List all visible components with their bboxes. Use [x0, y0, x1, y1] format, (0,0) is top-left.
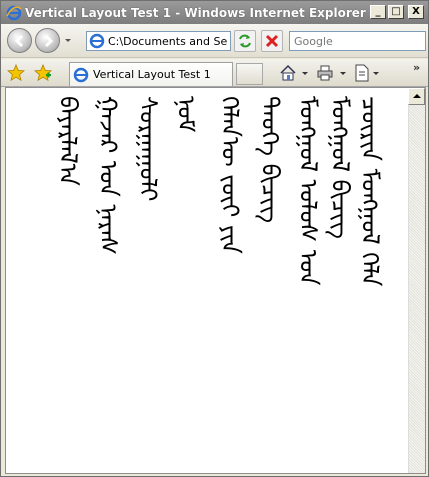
- window-title: Vertical Layout Test 1 - Windows Interne…: [25, 5, 366, 20]
- address-url[interactable]: C:\Documents and Se: [108, 35, 227, 48]
- tab-toolbar: Vertical Layout Test 1 »: [1, 59, 428, 87]
- stop-button[interactable]: [261, 30, 283, 52]
- page-dropdown-icon[interactable]: [373, 72, 379, 75]
- address-toolbar: C:\Documents and Se Google: [1, 24, 428, 58]
- history-dropdown-icon[interactable]: [65, 39, 71, 42]
- page-content: ᠴᠦᠷᠢᠨ ᠮᠣᠩᠭᠣᠯ ᠬᠡᠯᠡ ᠮᠣᠩᠭᠣᠯ ᠪᠢᠴᠢᠭ ᠮᠣᠩᠭᠣᠯ ᠤᠯ…: [5, 87, 426, 474]
- new-tab-button[interactable]: [236, 63, 263, 85]
- title-bar: Vertical Layout Test 1 - Windows Interne…: [1, 1, 428, 24]
- text-column: ᠬᠡᠯᠡᠨ᠎ᠦ ᠵᠦᠢ ᠶᠢᠨ: [216, 96, 244, 254]
- ie-icon: [89, 33, 105, 49]
- text-column: ᠭᠠᠵᠠᠷ ᠤᠨ ᠨᠡᠷᠡᠰ: [94, 96, 122, 255]
- ie-icon: [6, 5, 22, 21]
- text-column: ᠪᠠᠶᠠᠷᠯᠠᠯ᠎ᠠ: [54, 96, 82, 186]
- text-column: ᠮᠣᠩᠭᠣᠯ ᠪᠢᠴᠢᠭ: [326, 96, 354, 239]
- home-icon[interactable]: [279, 64, 297, 85]
- tab-vertical-layout-test[interactable]: Vertical Layout Test 1: [69, 62, 233, 86]
- browser-window: Vertical Layout Test 1 - Windows Interne…: [0, 0, 429, 477]
- ie-icon: [73, 67, 89, 82]
- text-column: ᠮᠣᠩᠭᠣᠯ ᠤᠯᠤᠰ ᠤᠨ: [294, 96, 322, 286]
- chevron-more-icon[interactable]: »: [413, 61, 420, 74]
- refresh-button[interactable]: [234, 30, 256, 52]
- stop-icon: [265, 34, 279, 48]
- tab-label: Vertical Layout Test 1: [93, 68, 211, 81]
- home-dropdown-icon[interactable]: [302, 72, 308, 75]
- vertical-scrollbar[interactable]: [408, 88, 425, 473]
- refresh-icon: [239, 34, 251, 48]
- address-field[interactable]: C:\Documents and Se: [86, 31, 231, 51]
- forward-arrow-icon: [44, 34, 54, 48]
- scroll-up-button[interactable]: [408, 88, 425, 105]
- search-input[interactable]: Google: [289, 31, 426, 51]
- text-column: ᠰᠤᠷᠭᠠᠭᠤᠯᠢ: [134, 96, 162, 202]
- back-arrow-icon: [14, 34, 24, 48]
- add-favorite-icon[interactable]: [34, 63, 52, 85]
- print-icon[interactable]: [316, 64, 334, 85]
- back-button[interactable]: [7, 28, 32, 53]
- minimize-button[interactable]: _: [370, 5, 386, 19]
- forward-button[interactable]: [35, 28, 60, 53]
- text-column: ᠨᠣᠮ: [172, 96, 200, 133]
- window-controls: _ □ X: [370, 5, 424, 19]
- maximize-button[interactable]: □: [388, 5, 404, 19]
- text-column: ᠴᠦᠷᠢᠨ ᠮᠣᠩᠭᠣᠯ ᠬᠡᠯᠡ: [356, 96, 384, 287]
- text-column: ᠲᠡᠦᠬᠡ ᠪᠢᠴᠢᠭ: [256, 96, 284, 224]
- print-dropdown-icon[interactable]: [340, 72, 346, 75]
- favorites-star-icon[interactable]: [7, 63, 25, 85]
- page-icon[interactable]: [353, 64, 371, 85]
- close-button[interactable]: X: [408, 5, 424, 19]
